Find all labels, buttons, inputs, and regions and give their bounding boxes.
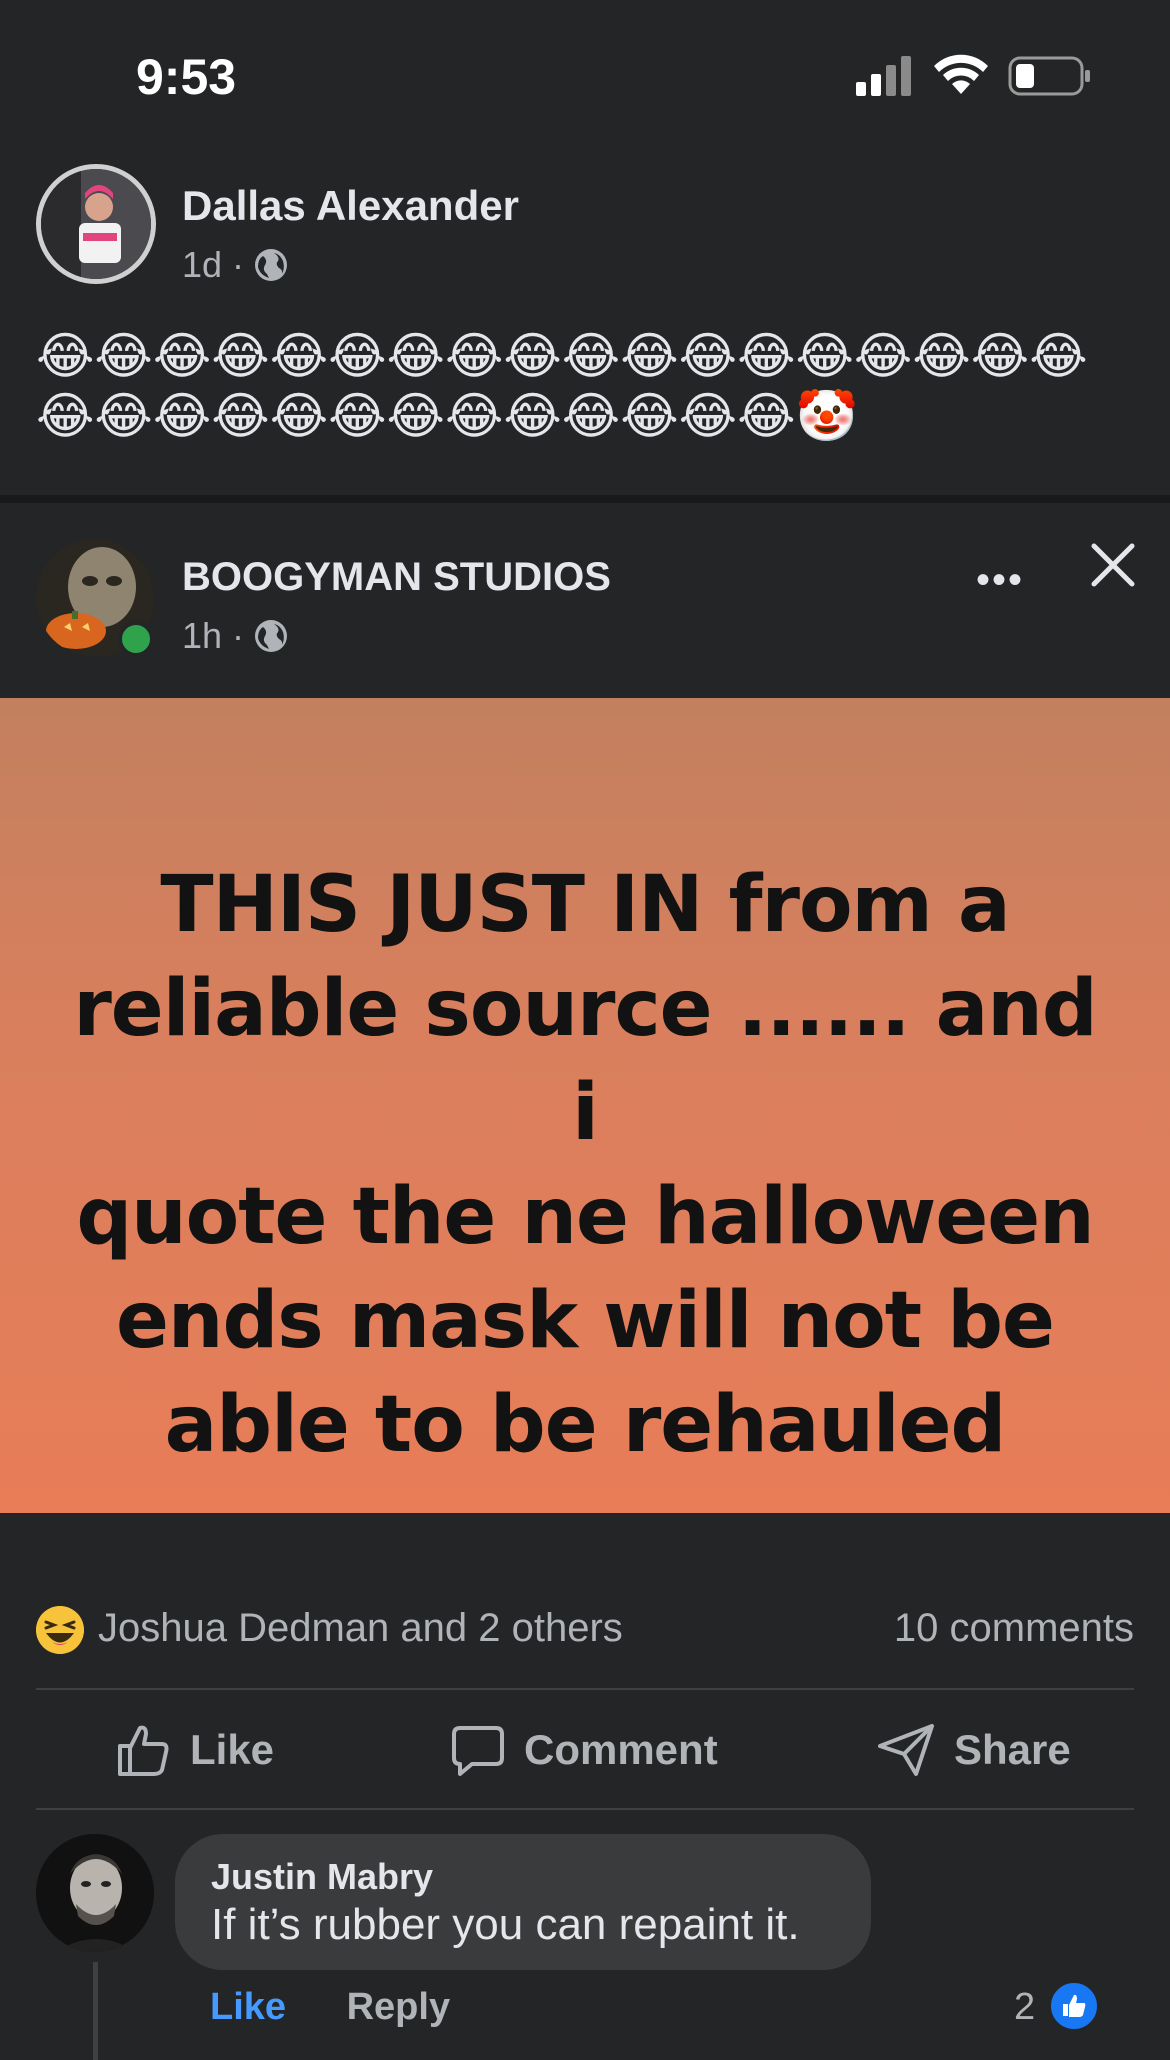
like-badge-icon[interactable] [1048,1980,1100,2032]
reactions-names[interactable]: Joshua Dedman and 2 others [98,1606,623,1651]
comment-actions: Like Reply [210,1986,450,2029]
comment-reply-button[interactable]: Reply [347,1986,450,2028]
divider-line [36,1808,1134,1810]
comments-count[interactable]: 10 comments [894,1606,1134,1651]
comment-bubble[interactable]: Justin Mabry If it’s rubber you can repa… [175,1834,871,1970]
comment-button[interactable]: Comment [450,1722,718,1778]
like-label: Like [190,1726,275,1773]
post-time[interactable]: 1d [182,244,222,286]
post-action-bar: Like Comment Share [0,1692,1170,1810]
close-icon[interactable] [1088,540,1138,590]
commenter-avatar[interactable] [36,1834,154,1952]
battery-icon [1008,56,1090,96]
globe-icon [255,620,288,652]
status-bar: 9:53 [0,0,1170,150]
post-text-line-2: 😂😂😂😂😂😂😂😂😂😂😂😂😂🤡 [36,388,858,444]
status-time: 9:53 [136,49,237,105]
comment-label: Comment [524,1726,718,1773]
signal-icon [856,56,911,96]
commenter-name[interactable]: Justin Mabry [211,1856,433,1898]
share-button[interactable]: Share [876,1722,1071,1778]
post-divider [0,495,1170,503]
comment-text: If it’s rubber you can repaint it. [211,1900,800,1949]
wifi-icon [934,54,988,94]
more-options-icon[interactable]: ••• [976,558,1024,603]
meta-separator: · [232,615,245,656]
post-time[interactable]: 1h [182,615,222,657]
online-status-indicator [118,621,154,657]
reactions-summary[interactable]: Joshua Dedman and 2 others 10 comments [36,1600,1134,1660]
author-avatar[interactable] [36,164,156,284]
comment-reaction-count[interactable]: 2 [1014,1986,1035,2029]
share-label: Share [954,1726,1071,1773]
share-icon [878,1724,934,1776]
like-button[interactable]: Like [116,1722,274,1778]
post-meta: 1d · [182,244,288,286]
comment-like-button[interactable]: Like [210,1986,286,2028]
globe-icon [255,249,288,281]
shared-post-container: Dallas Alexander 1d · 😂😂😂😂😂😂😂😂😂😂😂😂😂😂😂😂😂😂… [0,150,1170,495]
haha-reaction-icon [36,1606,84,1654]
meta-separator: · [232,244,245,285]
page-name[interactable]: BOOGYMAN STUDIOS [182,555,611,600]
like-icon [118,1725,169,1776]
comment-icon [452,1726,504,1776]
post-text-line-1: 😂😂😂😂😂😂😂😂😂😂😂😂😂😂😂😂😂😂 [36,328,1088,384]
post-image[interactable]: THIS JUST IN from a reliable source ....… [0,698,1170,1513]
post-image-text: THIS JUST IN from a reliable source ....… [73,860,1097,1470]
divider-line [36,1688,1134,1690]
post-author-name[interactable]: Dallas Alexander [182,182,519,230]
reply-thread-line [93,1962,98,2060]
post-meta: 1h · [182,615,288,657]
